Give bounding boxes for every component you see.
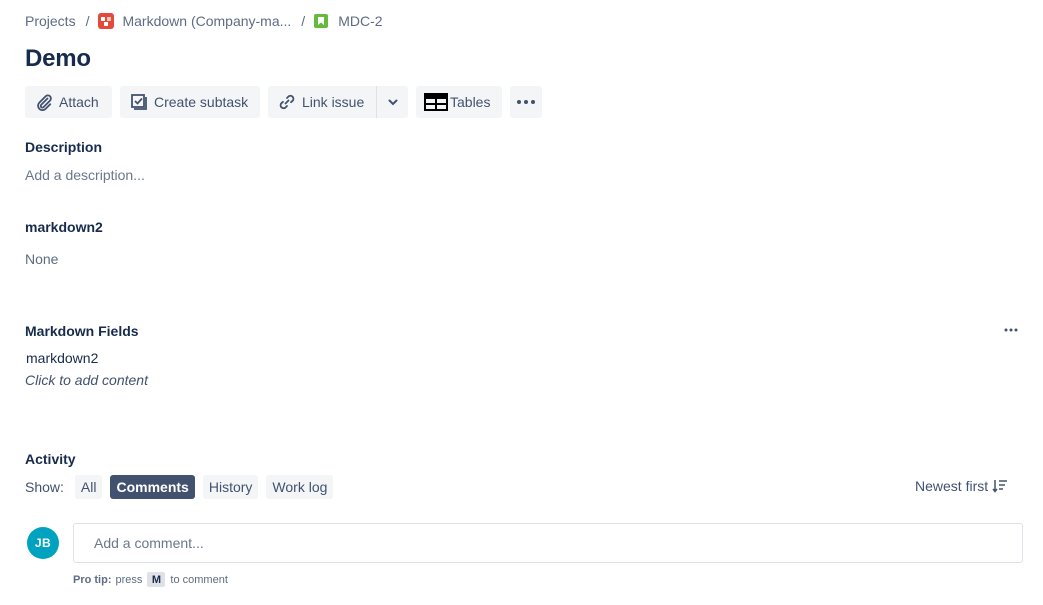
sort-descending-icon [992, 480, 1008, 493]
show-label: Show: [25, 479, 64, 495]
more-horizontal-icon [517, 100, 535, 104]
filter-all-button[interactable]: All [74, 475, 103, 499]
sort-order-label: Newest first [915, 478, 989, 494]
breadcrumb: Projects / Markdown (Company-ma... / MDC… [25, 11, 383, 31]
activity-filter-row: Show: All Comments History Work log [25, 475, 341, 499]
issue-title[interactable]: Demo [25, 45, 91, 73]
issue-toolbar: Attach Create subtask Link issue Tables [25, 86, 550, 118]
create-subtask-button[interactable]: Create subtask [120, 86, 260, 118]
add-comment-input[interactable] [73, 523, 1023, 563]
project-avatar-icon [98, 13, 115, 29]
tables-button[interactable]: Tables [416, 86, 502, 118]
tables-button-label: Tables [450, 94, 491, 110]
pro-tip-suffix: to comment [170, 573, 228, 586]
link-issue-dropdown-button[interactable] [376, 86, 408, 118]
user-avatar[interactable]: JB [27, 527, 59, 559]
link-icon [279, 94, 295, 110]
chevron-down-icon [388, 99, 397, 106]
breadcrumb-issue-key-link[interactable]: MDC-2 [338, 13, 382, 29]
attach-button-label: Attach [59, 94, 99, 110]
subtask-icon [131, 94, 147, 110]
breadcrumb-projects-link[interactable]: Projects [25, 13, 76, 29]
more-horizontal-icon [1004, 328, 1018, 332]
breadcrumb-separator: / [301, 13, 306, 29]
attach-button[interactable]: Attach [25, 86, 112, 118]
description-label: Description [25, 139, 103, 155]
pro-tip-press: press [115, 573, 143, 586]
link-issue-button[interactable]: Link issue [268, 86, 376, 118]
pro-tip-label: Pro tip: [73, 573, 112, 586]
table-icon [424, 93, 448, 111]
markdown-fields-add-content[interactable]: Click to add content [25, 372, 148, 388]
keyboard-shortcut-key: M [147, 572, 166, 587]
pro-tip: Pro tip: press M to comment [73, 572, 228, 587]
breadcrumb-project-link[interactable]: Markdown (Company-ma... [122, 13, 291, 29]
markdown-fields-label: Markdown Fields [25, 323, 139, 339]
breadcrumb-separator: / [85, 13, 90, 29]
markdown2-field-value[interactable]: None [25, 251, 58, 267]
activity-label: Activity [25, 451, 76, 467]
create-subtask-button-label: Create subtask [154, 94, 249, 110]
filter-comments-button[interactable]: Comments [110, 475, 195, 499]
markdown-fields-field-name: markdown2 [26, 350, 99, 366]
markdown-fields-more-button[interactable] [1001, 322, 1021, 338]
paperclip-icon [37, 94, 52, 111]
more-actions-button[interactable] [510, 86, 542, 118]
filter-work-log-button[interactable]: Work log [266, 475, 334, 499]
markdown2-field-label: markdown2 [25, 219, 103, 235]
description-placeholder[interactable]: Add a description... [25, 167, 145, 183]
sort-order-button[interactable]: Newest first [915, 478, 1008, 494]
link-issue-split-button: Link issue [268, 86, 408, 118]
filter-history-button[interactable]: History [202, 475, 259, 499]
link-issue-button-label: Link issue [302, 94, 365, 110]
story-issue-type-icon [314, 14, 329, 28]
